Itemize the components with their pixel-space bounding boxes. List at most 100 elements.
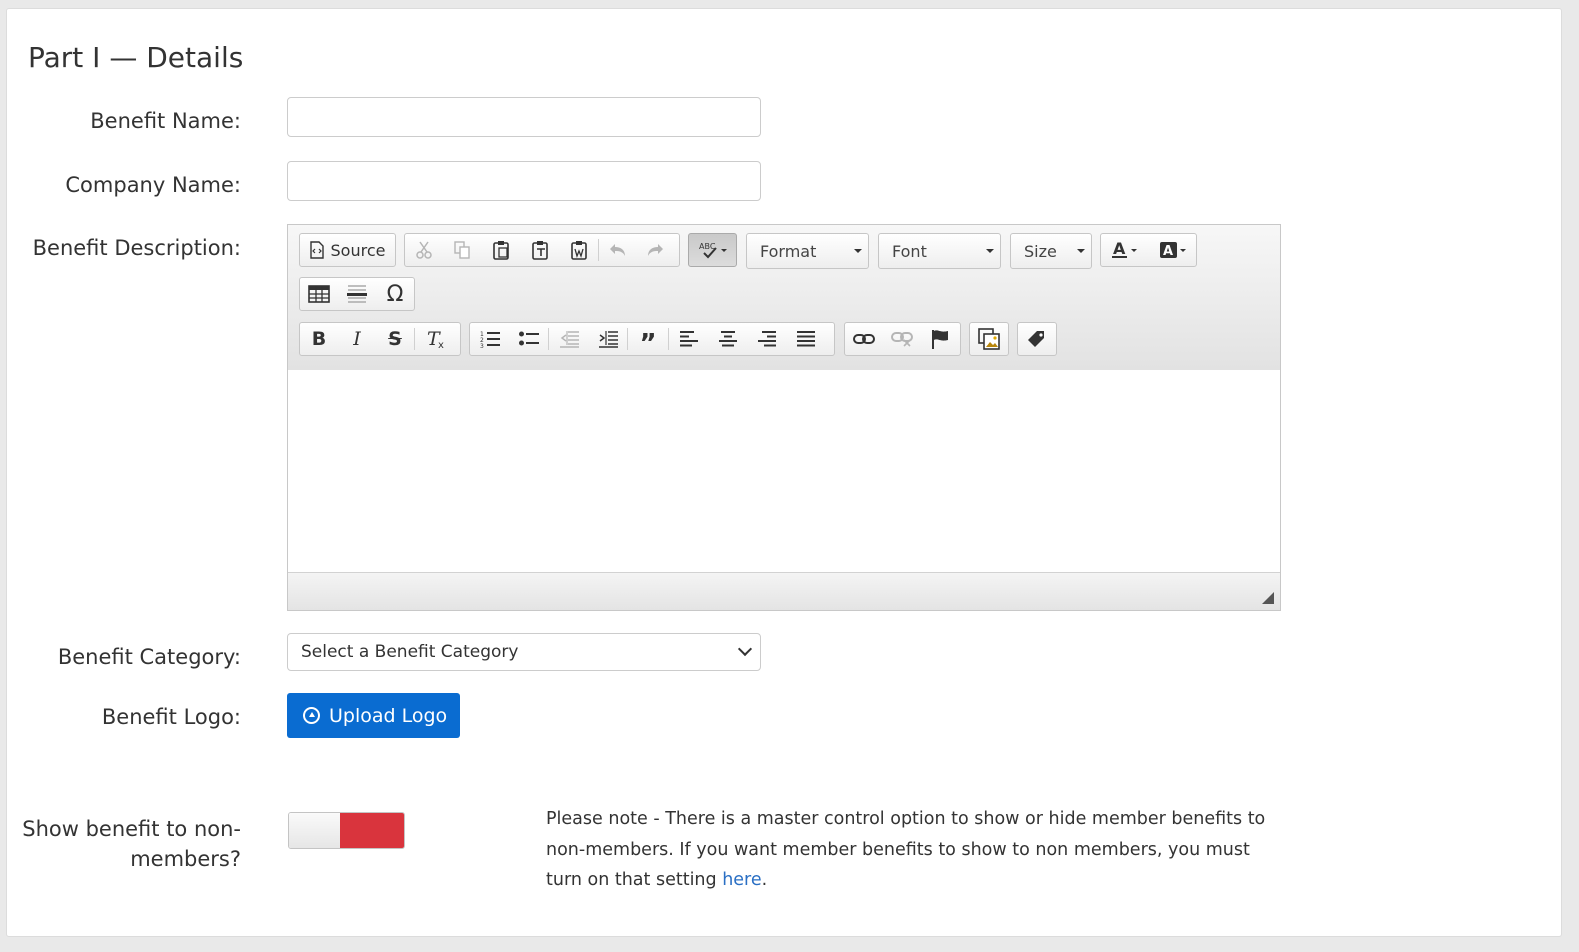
show-nonmembers-label: Show benefit to non- members? [22,814,241,874]
bold-button[interactable]: B [300,323,338,355]
justify-button[interactable] [786,323,825,355]
source-group: Source [299,233,396,267]
show-nonmembers-label-line1: Show benefit to non- [22,817,241,841]
bulleted-list-icon [518,331,539,347]
horizontal-line-icon [347,284,367,304]
image-button[interactable] [970,323,1008,355]
align-right-button[interactable] [747,323,786,355]
increase-indent-button[interactable] [588,323,627,355]
spellcheck-group: ABC [688,233,737,267]
benefit-category-select[interactable]: Select a Benefit Category [287,633,761,671]
editor-content-area[interactable] [288,370,1280,573]
show-nonmembers-label-line2: members? [130,847,241,871]
upload-logo-button[interactable]: Upload Logo [287,693,460,738]
tag-button[interactable] [1018,323,1056,355]
company-name-label: Company Name: [65,173,241,197]
show-nonmembers-toggle[interactable] [288,812,405,849]
svg-text:A: A [1163,244,1173,259]
source-button[interactable]: Source [300,234,395,266]
upload-circle-icon [303,707,320,724]
unlink-icon [891,331,913,347]
bulleted-list-button[interactable] [509,323,548,355]
chevron-down-icon [737,641,753,657]
form-card: Part I — Details Benefit Name: Company N… [6,8,1562,937]
size-label: Size [1024,241,1057,261]
spellcheck-button[interactable]: ABC [689,234,736,266]
bold-icon: B [311,328,327,350]
basic-styles-group: B I S Tx [299,322,461,356]
dropdown-caret-icon [1077,249,1085,253]
benefit-category-label: Benefit Category: [57,645,241,669]
color-group: A A [1100,233,1197,267]
table-icon [308,285,330,303]
scissors-icon [416,241,432,259]
numbered-list-button[interactable]: 123 [470,323,509,355]
remove-format-icon: Tx [426,329,448,349]
source-icon [309,241,324,259]
align-left-button[interactable] [669,323,708,355]
note-suffix: . [761,870,768,890]
remove-format-button[interactable]: Tx [415,323,459,355]
links-group [844,322,961,356]
blockquote-button[interactable]: ” [628,323,668,359]
strikethrough-button[interactable]: S [376,323,414,355]
undo-icon [609,243,627,257]
strikethrough-icon: S [388,328,402,350]
size-dropdown[interactable]: Size [1010,233,1092,269]
italic-icon: I [353,328,361,350]
justify-icon [796,331,815,347]
toggle-handle [289,813,340,848]
clipboard-icon [492,240,510,260]
spellcheck-icon: ABC [698,240,728,260]
format-label: Format [760,241,817,261]
note-text: Please note - There is a master control … [546,809,1266,890]
align-left-icon [679,331,698,347]
numbered-list-icon: 123 [480,330,500,348]
link-button[interactable] [845,323,883,355]
tag-group [1017,322,1057,356]
format-dropdown[interactable]: Format [746,233,869,269]
redo-button[interactable] [637,234,673,266]
decrease-indent-button[interactable] [549,323,588,355]
link-icon [853,333,875,345]
paste-text-button[interactable] [520,234,559,266]
text-color-button[interactable]: A [1101,234,1149,266]
dropdown-caret-icon [854,249,862,253]
benefit-description-label: Benefit Description: [32,236,241,260]
quote-icon: ” [639,329,657,359]
settings-link[interactable]: here [722,870,761,890]
dropdown-caret-icon [986,249,994,253]
benefit-logo-label: Benefit Logo: [101,705,241,729]
omega-icon: Ω [386,281,404,307]
horizontal-line-button[interactable] [338,278,376,310]
cut-button[interactable] [405,234,443,266]
editor-status-bar [288,572,1280,610]
benefit-name-input[interactable] [287,97,761,137]
special-character-button[interactable]: Ω [376,278,414,310]
table-button[interactable] [300,278,338,310]
paste-text-icon [531,240,549,260]
font-dropdown[interactable]: Font [878,233,1001,269]
font-label: Font [892,241,927,261]
rich-text-editor: Source ABC Format Font Size A A Ω B I S … [287,224,1281,611]
clipboard-group [404,233,680,267]
company-name-input[interactable] [287,161,761,201]
copy-button[interactable] [443,234,481,266]
paste-word-button[interactable] [559,234,598,266]
resize-handle-icon[interactable] [1262,592,1274,604]
unlink-button[interactable] [883,323,921,355]
paste-button[interactable] [481,234,520,266]
align-center-button[interactable] [708,323,747,355]
tag-icon [1027,329,1047,349]
flag-icon [931,329,949,349]
italic-button[interactable]: I [338,323,376,355]
anchor-button[interactable] [921,323,959,355]
svg-text:x: x [438,340,444,349]
background-color-button[interactable]: A [1149,234,1196,266]
indent-icon [598,330,618,348]
toggle-off-indicator [340,813,404,848]
align-center-icon [718,331,737,347]
benefit-category-value: Select a Benefit Category [301,642,519,662]
undo-button[interactable] [599,234,637,266]
editor-toolbar: Source ABC Format Font Size A A Ω B I S … [288,225,1280,371]
